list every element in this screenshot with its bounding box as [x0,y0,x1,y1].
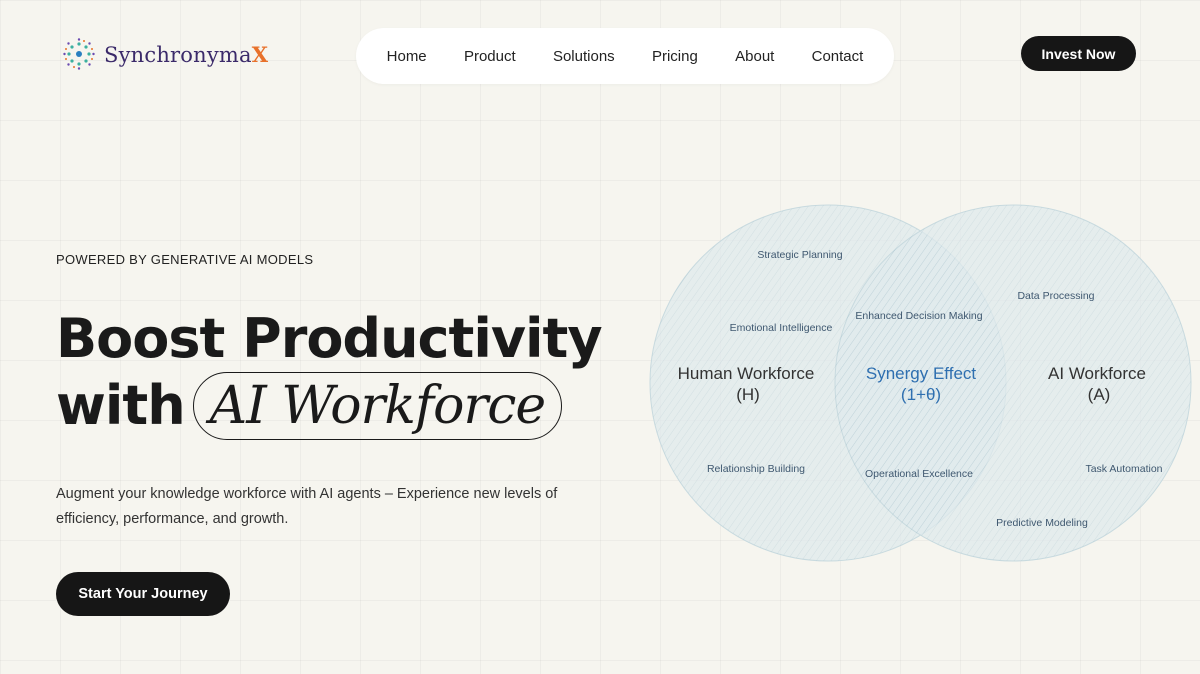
tag-data-processing: Data Processing [1017,290,1094,302]
nav-about[interactable]: About [735,48,774,65]
tag-relationship-building: Relationship Building [707,463,805,475]
headline-pill: AI Workforce [192,372,563,440]
tag-predictive-modeling: Predictive Modeling [996,517,1088,529]
nav-pricing[interactable]: Pricing [652,48,698,65]
start-journey-button[interactable]: Start Your Journey [56,572,230,616]
venn-center-sub: (1+θ) [901,385,941,404]
hero-eyebrow: POWERED BY GENERATIVE AI MODELS [56,252,314,267]
headline-line-2: with AI Workforce [56,372,602,440]
nav-product[interactable]: Product [464,48,516,65]
site-header: SynchronymaX Home Product Solutions Pric… [0,0,1200,110]
venn-center-title: Synergy Effect [866,364,977,383]
venn-svg: Strategic Planning Emotional Intelligenc… [649,204,1192,562]
venn-right-sub: (A) [1088,385,1111,404]
hero-headline: Boost Productivity with AI Workforce [56,306,603,440]
tag-enhanced-decision: Enhanced Decision Making [855,310,982,322]
logo-icon [63,38,95,70]
tag-task-automation: Task Automation [1085,463,1162,475]
venn-diagram: Strategic Planning Emotional Intelligenc… [640,195,1200,585]
brand-name: SynchronymaX [104,41,269,67]
tag-strategic-planning: Strategic Planning [757,249,842,261]
nav-home[interactable]: Home [387,48,427,65]
nav-contact[interactable]: Contact [812,48,864,65]
nav-solutions[interactable]: Solutions [553,48,615,65]
venn-left-title: Human Workforce [678,364,815,383]
brand-logo[interactable]: SynchronymaX [62,37,268,71]
headline-with: with [56,374,186,437]
tag-emotional-intelligence: Emotional Intelligence [730,322,833,334]
invest-now-button[interactable]: Invest Now [1021,36,1136,71]
main-nav: Home Product Solutions Pricing About Con… [356,28,894,84]
venn-right-title: AI Workforce [1048,364,1146,383]
venn-left-sub: (H) [736,385,760,404]
hero-subtext: Augment your knowledge workforce with AI… [56,486,558,527]
headline-line-1: Boost Productivity [56,307,603,370]
tag-operational-excellence: Operational Excellence [865,468,973,480]
